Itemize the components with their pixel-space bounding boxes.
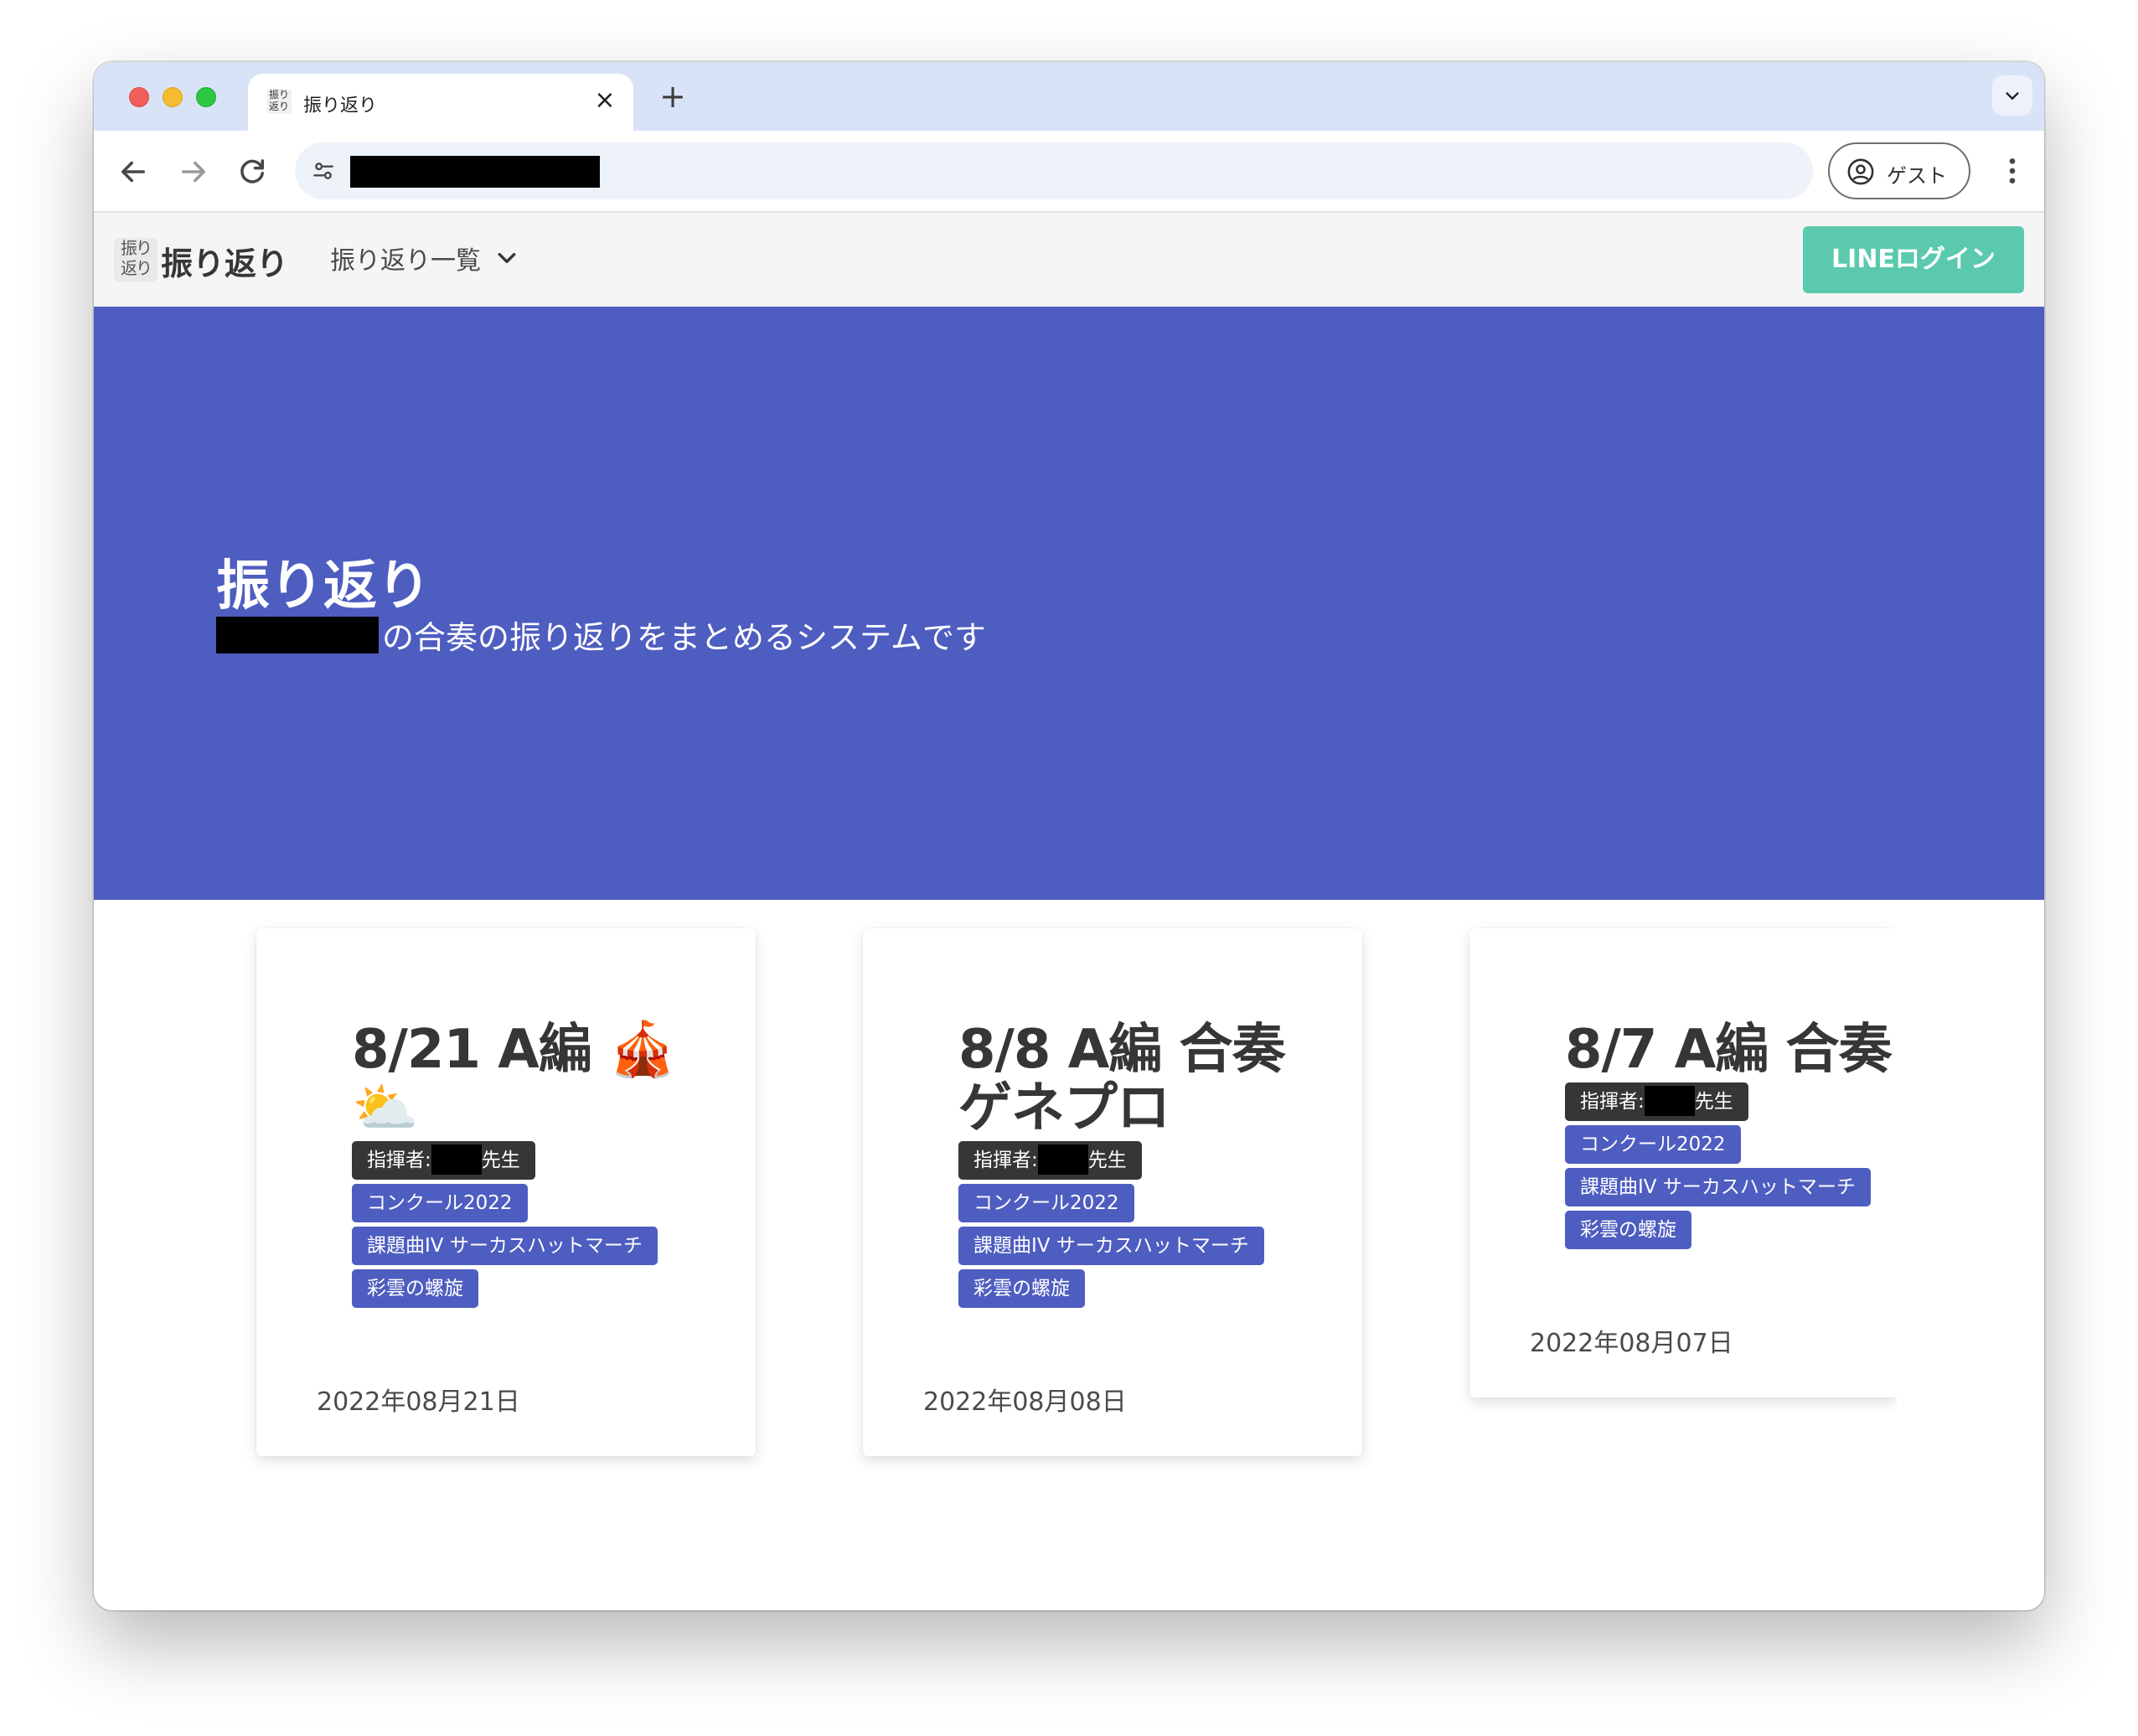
close-window-button[interactable] — [129, 87, 149, 107]
carousel-clip-mask — [1897, 917, 2044, 1503]
card-date: 2022年08月07日 — [1530, 1329, 1733, 1358]
conductor-name-redacted — [1037, 1144, 1088, 1175]
account-circle-icon — [1847, 158, 1874, 185]
conductor-suffix: 先生 — [1694, 1091, 1733, 1113]
tab-search-button[interactable] — [1992, 75, 2032, 116]
review-card[interactable]: 8/7 A編 合奏 指揮者: 先生 コンクール2022 課題曲IV サーカスハット… — [1469, 928, 1897, 1398]
conductor-tag[interactable]: 指揮者: 先生 — [958, 1141, 1142, 1180]
conductor-suffix: 先生 — [481, 1150, 520, 1171]
tag-contest[interactable]: コンクール2022 — [1565, 1125, 1741, 1164]
forward-arrow-icon[interactable] — [176, 154, 211, 189]
address-bar[interactable] — [295, 142, 1813, 199]
tag-piece[interactable]: 彩雲の螺旋 — [1565, 1211, 1691, 1249]
browser-toolbar: ゲスト — [94, 131, 2044, 213]
hero-title: 振り返り — [216, 555, 431, 617]
minimize-window-button[interactable] — [163, 87, 183, 107]
review-card[interactable]: 8/8 A編 合奏ゲネプロ 指揮者: 先生 コンクール2022 課題曲IV サーカ… — [863, 928, 1362, 1456]
conductor-prefix: 指揮者: — [1580, 1091, 1645, 1113]
browser-tab-active[interactable]: 振り返り 振り返り × — [248, 74, 633, 131]
hero-subtitle-text: の合奏の振り返りをまとめるシステムです — [382, 619, 986, 656]
hero-subtitle: の合奏の振り返りをまとめるシステムです — [216, 612, 986, 658]
conductor-tag[interactable]: 指揮者: 先生 — [352, 1141, 535, 1180]
conductor-tag[interactable]: 指揮者: 先生 — [1565, 1082, 1748, 1121]
review-card[interactable]: 8/21 A編 🎪⛅ 指揮者: 先生 コンクール2022 課題曲IV サーカスハッ… — [256, 928, 756, 1456]
tag-piece[interactable]: 課題曲IV サーカスハットマーチ — [352, 1227, 658, 1265]
chevron-down-icon — [2006, 91, 2019, 100]
conductor-prefix: 指揮者: — [973, 1150, 1038, 1171]
card-title[interactable]: 8/7 A編 合奏 — [1565, 1020, 1917, 1079]
organization-name-redacted — [216, 616, 379, 654]
conductor-name-redacted — [1644, 1085, 1695, 1116]
card-title[interactable]: 8/21 A編 🎪⛅ — [352, 1020, 720, 1138]
url-redacted — [350, 156, 600, 188]
reload-icon[interactable] — [235, 154, 270, 189]
tag-list: 指揮者: 先生 コンクール2022 課題曲IV サーカスハットマーチ 彩雲の螺旋 — [352, 1141, 720, 1308]
chevron-down-icon — [498, 252, 516, 264]
profile-guest-button[interactable]: ゲスト — [1828, 142, 1970, 199]
conductor-suffix: 先生 — [1087, 1150, 1127, 1171]
conductor-prefix: 指揮者: — [367, 1150, 431, 1171]
tag-piece[interactable]: 課題曲IV サーカスハットマーチ — [958, 1227, 1264, 1265]
tag-list: 指揮者: 先生 コンクール2022 課題曲IV サーカスハットマーチ 彩雲の螺旋 — [1565, 1082, 1917, 1249]
hero-section: 振り返り の合奏の振り返りをまとめるシステムです — [94, 307, 2044, 900]
browser-window: 振り返り 振り返り × + ゲスト 振り返り 振り返り 振り返り一覧 LINEロ… — [94, 62, 2044, 1610]
tag-list: 指揮者: 先生 コンクール2022 課題曲IV サーカスハットマーチ 彩雲の螺旋 — [958, 1141, 1327, 1308]
card-date: 2022年08月08日 — [923, 1387, 1127, 1417]
guest-label: ゲスト — [1887, 164, 1947, 188]
tab-close-icon[interactable]: × — [588, 84, 622, 117]
tag-contest[interactable]: コンクール2022 — [958, 1184, 1134, 1222]
dropdown-label: 振り返り一覧 — [330, 246, 481, 276]
brand-name[interactable]: 振り返り — [161, 238, 288, 284]
conductor-name-redacted — [431, 1144, 482, 1175]
reviews-list-dropdown[interactable]: 振り返り一覧 — [330, 240, 518, 276]
tag-contest[interactable]: コンクール2022 — [352, 1184, 528, 1222]
more-menu-icon[interactable] — [1996, 152, 2029, 189]
new-tab-button[interactable]: + — [652, 75, 694, 117]
brand-logo-icon[interactable]: 振り返り — [114, 238, 158, 282]
favicon-icon: 振り返り — [266, 89, 292, 114]
card-title[interactable]: 8/8 A編 合奏ゲネプロ — [958, 1020, 1327, 1138]
card-date: 2022年08月21日 — [317, 1387, 520, 1417]
site-settings-icon[interactable] — [310, 158, 337, 184]
back-arrow-icon[interactable] — [116, 154, 151, 189]
tab-title: 振り返り — [303, 96, 378, 116]
tag-piece[interactable]: 彩雲の螺旋 — [352, 1269, 478, 1308]
tab-strip: 振り返り 振り返り × + — [94, 62, 2044, 131]
tag-piece[interactable]: 課題曲IV サーカスハットマーチ — [1565, 1168, 1871, 1206]
line-login-button[interactable]: LINEログイン — [1803, 226, 2024, 293]
maximize-window-button[interactable] — [196, 87, 216, 107]
tag-piece[interactable]: 彩雲の螺旋 — [958, 1269, 1085, 1308]
app-navbar: 振り返り 振り返り 振り返り一覧 LINEログイン — [94, 213, 2044, 307]
